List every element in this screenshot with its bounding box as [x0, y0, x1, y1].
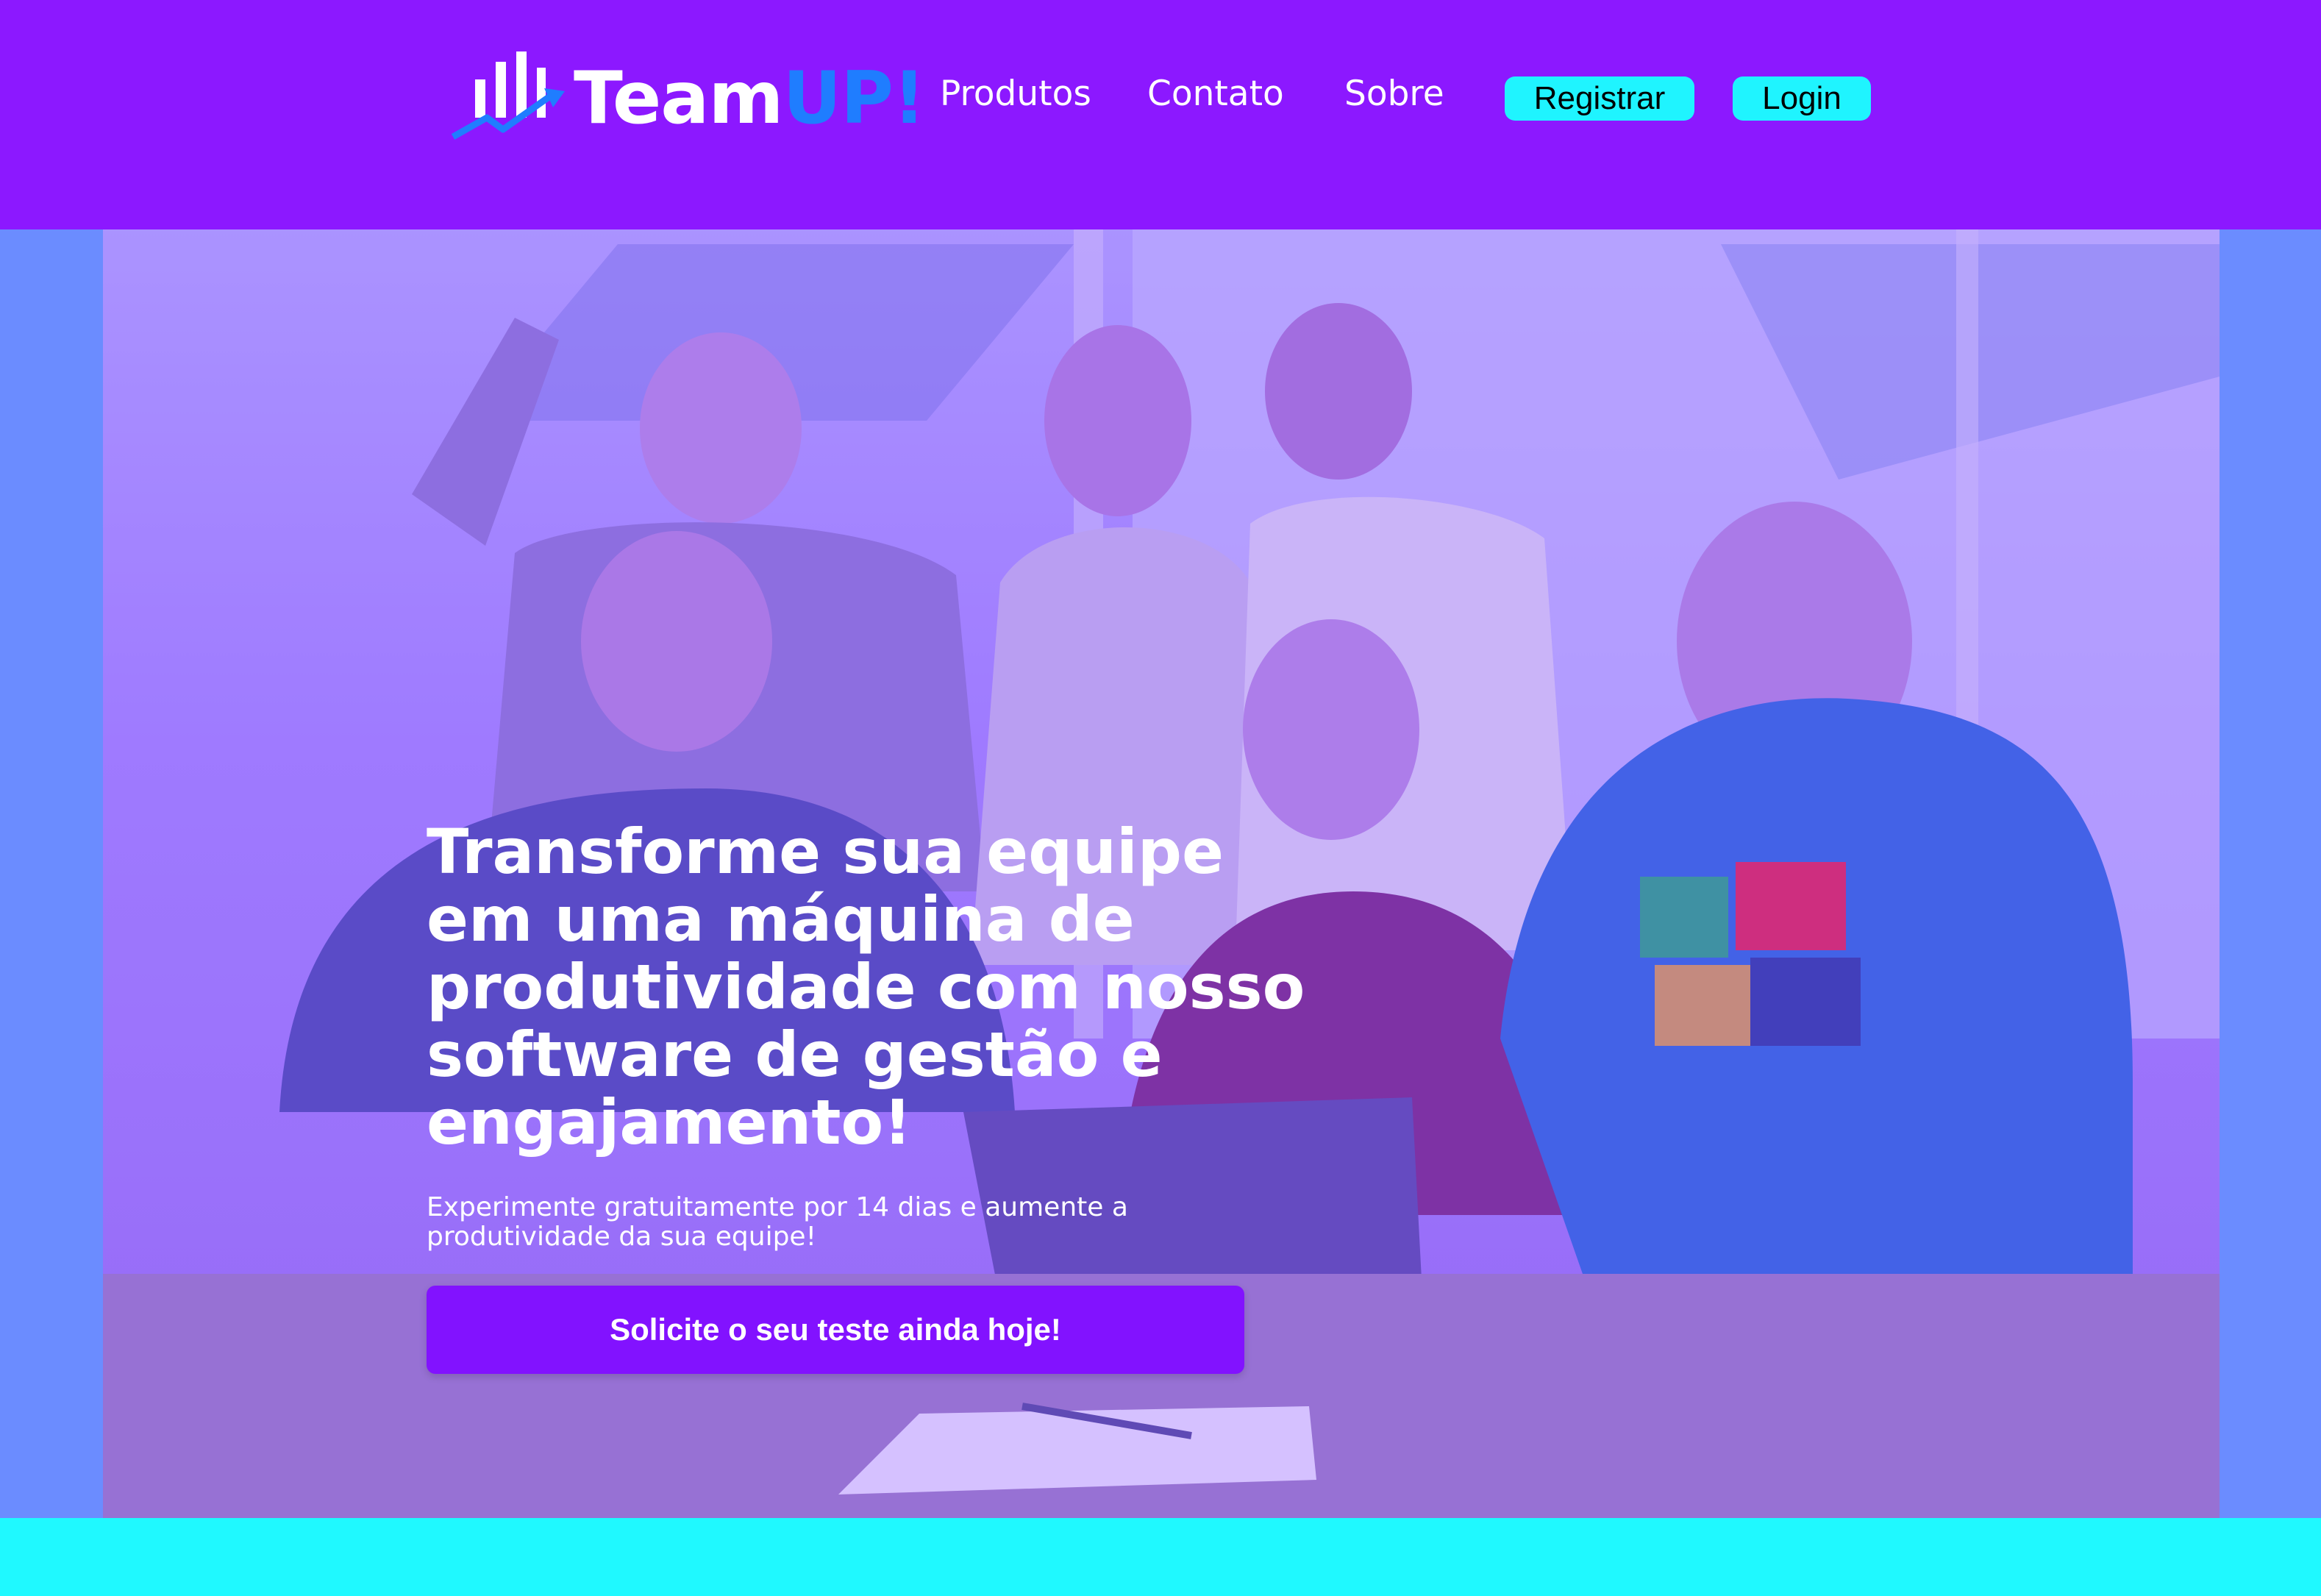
hero-section: Transforme sua equipe em uma máquina de …: [103, 229, 2220, 1518]
logo-text-team: Team: [574, 57, 784, 140]
nav-link-contato[interactable]: Contato: [1147, 72, 1284, 116]
login-button[interactable]: Login: [1733, 76, 1871, 121]
hero-subtext: Experimente gratuitamente por 14 dias e …: [427, 1192, 1128, 1252]
register-button[interactable]: Registrar: [1505, 76, 1694, 121]
site-header: TeamUP! Produtos Contato Sobre Registrar…: [0, 0, 2321, 229]
free-trial-cta-button[interactable]: Solicite o seu teste ainda hoje!: [427, 1286, 1244, 1374]
nav-link-sobre[interactable]: Sobre: [1344, 72, 1444, 116]
hero-headline: Transforme sua equipe em uma máquina de …: [427, 816, 1305, 1158]
nav-link-produtos[interactable]: Produtos: [940, 72, 1091, 116]
logo-text-up: UP!: [782, 57, 926, 140]
teamup-logo[interactable]: TeamUP!: [450, 50, 926, 146]
logo-wordmark: TeamUP!: [574, 54, 926, 143]
bar-chart-icon: [451, 51, 565, 140]
footer-band: [0, 1518, 2321, 1596]
